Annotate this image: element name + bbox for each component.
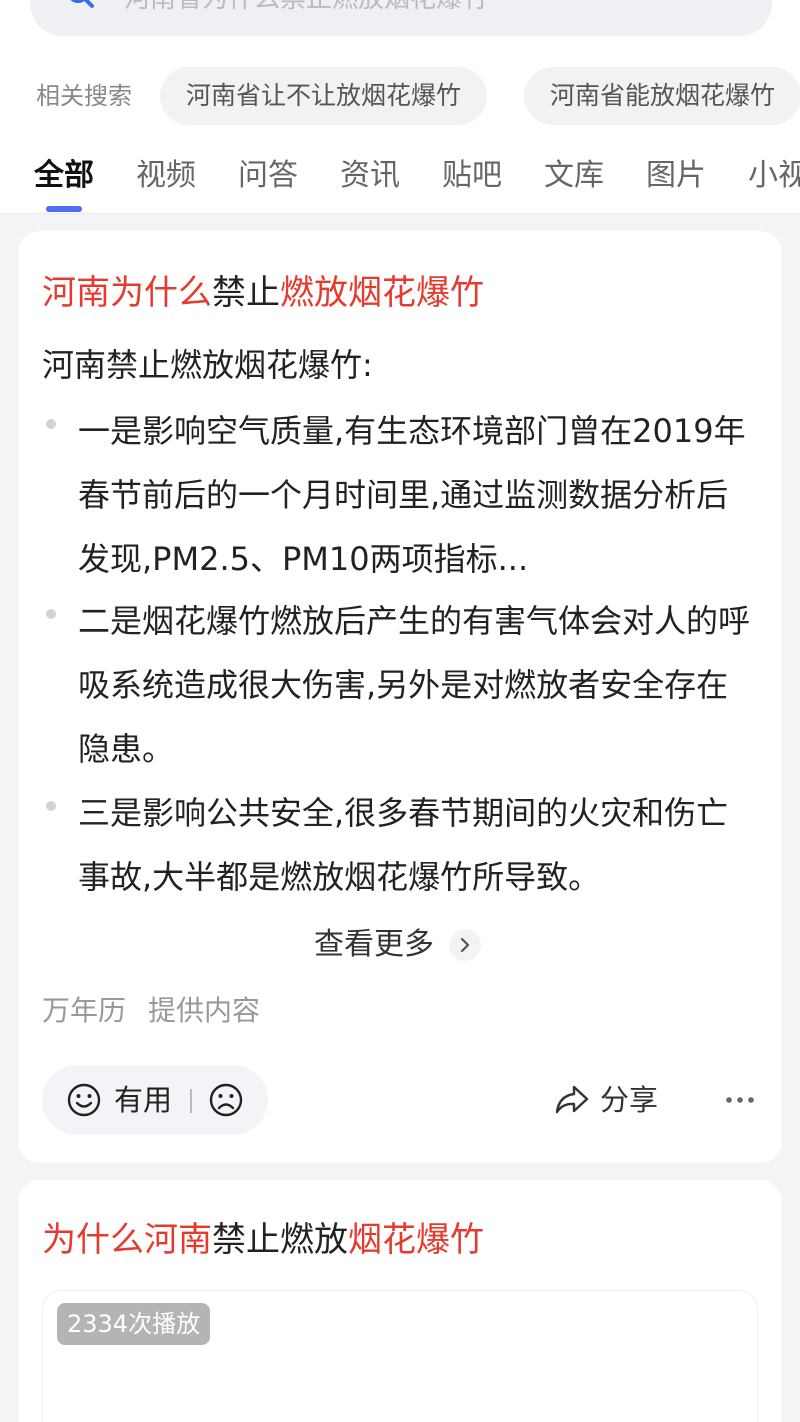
answer-bullet: 二是烟花爆竹燃放后产生的有害气体会对人的呼吸系统造成很大伤害,另外是对燃放者安全… xyxy=(42,589,762,781)
tab-images[interactable]: 图片 xyxy=(646,150,706,202)
bullet-dot xyxy=(46,609,56,619)
see-more-label: 查看更多 xyxy=(314,927,434,962)
bullet-text: 一是影响空气质量,有生态环境部门曾在2019年春节前后的一个月时间里,通过监测数… xyxy=(78,412,746,578)
title-highlight: 河南为什么 xyxy=(42,273,212,313)
result-card-1: 河南为什么禁止燃放烟花爆竹 河南禁止燃放烟花爆竹: 一是影响空气质量,有生态环境… xyxy=(18,231,782,1163)
result-title[interactable]: 河南为什么禁止燃放烟花爆竹 xyxy=(42,269,484,317)
answer-bullet: 一是影响空气质量,有生态环境部门曾在2019年春节前后的一个月时间里,通过监测数… xyxy=(42,399,762,591)
answer-bullet: 三是影响公共安全,很多春节期间的火灾和伤亡事故,大半都是燃放烟花爆竹所导致。 xyxy=(42,781,762,909)
related-search-chip-1[interactable]: 河南省让不让放烟花爆竹 xyxy=(160,67,488,125)
tab-qa[interactable]: 问答 xyxy=(238,150,298,202)
tab-video[interactable]: 视频 xyxy=(136,150,196,202)
feedback-divider xyxy=(190,1089,192,1113)
search-header: 河南省为什么禁止燃放烟花爆竹 相关搜索 河南省让不让放烟花爆竹 河南省能放烟花爆… xyxy=(0,0,800,214)
tab-wenku[interactable]: 文库 xyxy=(544,150,604,202)
result-title[interactable]: 为什么河南禁止燃放烟花爆竹 xyxy=(42,1216,484,1264)
useful-button[interactable]: 有用 xyxy=(114,1065,172,1135)
title-highlight: 烟花爆竹 xyxy=(348,1220,484,1260)
answer-intro: 河南禁止燃放烟花爆竹: xyxy=(42,346,373,384)
related-search-chip-2[interactable]: 河南省能放烟花爆竹 xyxy=(524,67,800,125)
play-count-badge: 2334次播放 xyxy=(57,1303,211,1345)
tab-short-video[interactable]: 小视 xyxy=(748,150,800,202)
source-label: 提供内容 xyxy=(148,994,261,1027)
title-text: 禁止 xyxy=(212,273,280,313)
share-label: 分享 xyxy=(600,1083,659,1117)
title-highlight: 为什么河南 xyxy=(42,1220,212,1260)
frown-icon[interactable] xyxy=(208,1082,244,1118)
share-icon xyxy=(555,1085,589,1114)
active-tab-indicator xyxy=(46,206,82,212)
search-icon[interactable] xyxy=(64,0,104,12)
source-name[interactable]: 万年历 xyxy=(42,994,126,1027)
see-more-button[interactable]: 查看更多 xyxy=(314,921,482,969)
bullet-text: 三是影响公共安全,很多春节期间的火灾和伤亡事故,大半都是燃放烟花爆竹所导致。 xyxy=(78,794,729,896)
search-query-text: 河南省为什么禁止燃放烟花爆竹 xyxy=(124,0,684,12)
bullet-text: 二是烟花爆竹燃放后产生的有害气体会对人的呼吸系统造成很大伤害,另外是对燃放者安全… xyxy=(78,602,751,768)
smile-icon[interactable] xyxy=(66,1082,102,1118)
video-thumbnail[interactable]: 2334次播放 xyxy=(42,1290,758,1422)
chevron-right-icon xyxy=(449,929,482,961)
related-search-label: 相关搜索 xyxy=(36,82,132,110)
tab-all[interactable]: 全部 xyxy=(34,150,94,202)
feedback-pill: 有用 xyxy=(42,1065,268,1135)
tab-tieba[interactable]: 贴吧 xyxy=(442,150,502,202)
bullet-dot xyxy=(46,801,56,811)
title-text: 禁止燃放 xyxy=(212,1220,348,1260)
content-source: 万年历 提供内容 xyxy=(42,991,282,1031)
title-highlight: 燃放烟花爆竹 xyxy=(280,273,484,313)
tab-bar: 全部 视频 问答 资讯 贴吧 文库 图片 小视 xyxy=(0,150,800,202)
result-card-2: 为什么河南禁止燃放烟花爆竹 2334次播放 xyxy=(18,1180,782,1422)
tab-news[interactable]: 资讯 xyxy=(340,150,400,202)
more-dots-icon[interactable] xyxy=(724,1085,756,1115)
bullet-dot xyxy=(46,419,56,429)
